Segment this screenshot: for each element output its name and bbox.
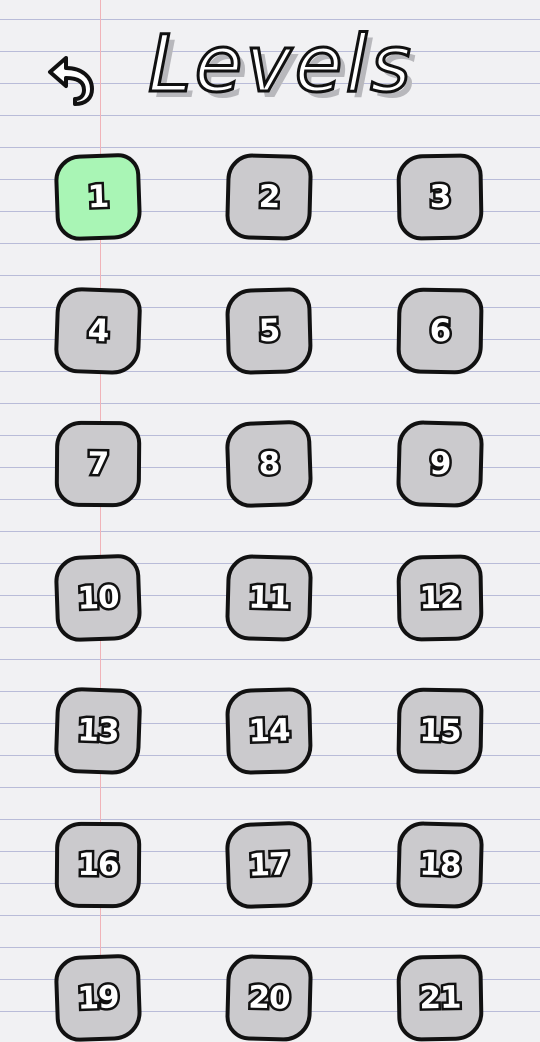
- level-button-12[interactable]: 12: [396, 554, 484, 642]
- level-number: 9: [427, 443, 454, 485]
- level-button-17[interactable]: 17: [224, 820, 314, 910]
- level-button-11[interactable]: 11: [224, 553, 314, 643]
- level-number: 12: [417, 577, 464, 619]
- level-button-6[interactable]: 6: [396, 287, 484, 375]
- level-button-13[interactable]: 13: [53, 686, 143, 776]
- level-button-1[interactable]: 1: [53, 152, 143, 242]
- level-number: 14: [245, 709, 292, 751]
- level-number: 6: [427, 310, 453, 351]
- level-number: 7: [85, 443, 111, 484]
- level-number: 5: [256, 310, 283, 352]
- level-number: 11: [245, 576, 292, 618]
- level-button-21[interactable]: 21: [396, 954, 484, 1042]
- level-number: 8: [256, 443, 283, 485]
- level-number: 13: [74, 709, 121, 751]
- level-number: 18: [416, 843, 463, 885]
- level-number: 15: [417, 710, 464, 752]
- level-button-7[interactable]: 7: [54, 420, 142, 508]
- level-number: 20: [245, 976, 292, 1018]
- level-button-15[interactable]: 15: [396, 687, 484, 775]
- level-number: 3: [427, 176, 453, 217]
- level-number: 17: [245, 843, 292, 885]
- level-number: 19: [74, 976, 121, 1018]
- level-button-14[interactable]: 14: [224, 686, 314, 776]
- level-number: 1: [85, 176, 112, 218]
- level-button-3[interactable]: 3: [396, 153, 484, 241]
- level-button-2[interactable]: 2: [224, 152, 314, 242]
- level-button-16[interactable]: 16: [54, 821, 142, 909]
- level-grid: 1 2 3 4 5 6 7 8 9 10 11 12 13 14 15 16 17 18 19 20 21: [0, 0, 540, 1042]
- level-button-19[interactable]: 19: [53, 953, 143, 1042]
- level-button-18[interactable]: 18: [395, 820, 485, 910]
- level-button-5[interactable]: 5: [224, 286, 314, 376]
- level-number: 10: [74, 576, 121, 618]
- level-number: 21: [417, 977, 464, 1019]
- level-button-8[interactable]: 8: [224, 419, 314, 509]
- level-number: 4: [85, 310, 112, 352]
- level-number: 2: [256, 176, 283, 218]
- level-button-9[interactable]: 9: [395, 419, 485, 509]
- level-button-4[interactable]: 4: [53, 286, 143, 376]
- level-button-20[interactable]: 20: [224, 953, 314, 1042]
- level-button-10[interactable]: 10: [53, 553, 143, 643]
- level-number: 16: [75, 844, 121, 885]
